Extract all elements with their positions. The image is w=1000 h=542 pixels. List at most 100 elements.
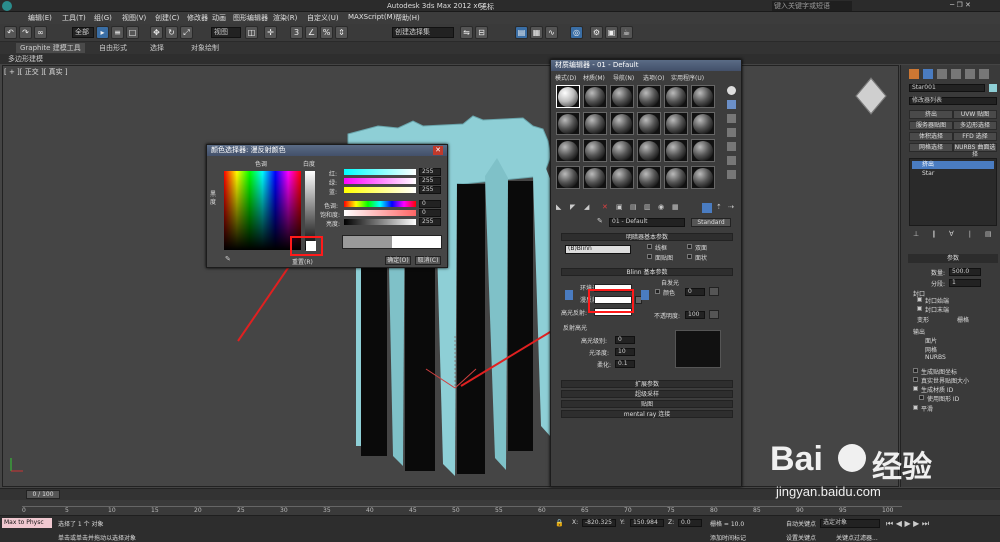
mental-ray-rollout[interactable]: mental ray 连接 (561, 410, 733, 418)
real-world-checkbox[interactable] (913, 377, 918, 382)
shader-basic-rollout[interactable]: 明暗器基本参数 (561, 233, 733, 241)
render-setup-icon[interactable]: ⚙ (590, 26, 603, 39)
server-map-button[interactable]: 服务器贴图 (909, 121, 953, 130)
menu-help[interactable]: 帮助(H) (395, 13, 420, 23)
put-to-library-icon[interactable]: ▥ (644, 203, 651, 211)
link-ambient-icon[interactable] (641, 290, 649, 300)
material-slot[interactable] (583, 139, 607, 162)
material-slot[interactable] (556, 166, 580, 189)
material-slot[interactable] (556, 139, 580, 162)
material-slot[interactable] (664, 166, 688, 189)
pin-stack-icon[interactable]: ⊥ (913, 230, 919, 238)
material-slot[interactable] (556, 85, 580, 108)
polygon-modeling-label[interactable]: 多边形建模 (0, 54, 1000, 64)
material-name-input[interactable]: 01 - Default (609, 218, 685, 227)
tab-object-paint[interactable]: 对象绘制 (187, 43, 223, 53)
material-slot[interactable] (583, 166, 607, 189)
sample-type-icon[interactable] (727, 86, 736, 95)
nurbs-radio[interactable]: NURBS (925, 354, 946, 361)
blue-slider[interactable] (344, 187, 416, 193)
cancel-button[interactable]: 取消(C) (415, 256, 441, 265)
object-name-input[interactable]: Star001 (909, 84, 985, 92)
nurbs-select-button[interactable]: NURBS 曲面选择 (953, 143, 997, 158)
reference-coord-combo[interactable]: 视图 (211, 27, 241, 38)
material-slot[interactable] (664, 139, 688, 162)
supersampling-rollout[interactable]: 超级采样 (561, 390, 733, 398)
make-unique-icon[interactable]: ∀ (949, 230, 954, 238)
stack-item-star[interactable]: Star (912, 170, 934, 177)
amount-value[interactable]: 500.0 (949, 268, 981, 276)
options-icon[interactable] (727, 170, 736, 179)
green-slider[interactable] (344, 178, 416, 184)
utilities-tab-icon[interactable] (979, 69, 989, 79)
key-mode-combo[interactable]: 选定对象 (820, 519, 880, 528)
tab-graphite[interactable]: Graphite 建模工具 (16, 43, 85, 53)
layer-manager-icon[interactable]: ▤ (515, 26, 528, 39)
smooth-checkbox[interactable] (913, 405, 918, 410)
hue-slider[interactable] (344, 201, 416, 207)
go-sibling-icon[interactable]: ⇢ (728, 203, 734, 211)
green-value[interactable]: 255 (419, 177, 441, 185)
face-map-checkbox[interactable] (647, 254, 652, 259)
material-slot[interactable] (637, 139, 661, 162)
material-slot[interactable] (610, 139, 634, 162)
poly-select-button[interactable]: 多边形选择 (953, 121, 997, 130)
time-slider-thumb[interactable]: 0 / 100 (26, 490, 60, 499)
material-type-button[interactable]: Standard (691, 218, 731, 227)
glossiness-value[interactable]: 10 (615, 348, 635, 356)
set-key-button[interactable]: 设置关键点 (786, 533, 816, 542)
playback-controls[interactable]: ⏮ ◀ ▶ ▶ ⏭ (886, 519, 929, 529)
patch-radio[interactable]: 面片 (925, 336, 937, 345)
material-slot[interactable] (691, 166, 715, 189)
menu-customize[interactable]: 自定义(U) (307, 13, 339, 23)
motion-tab-icon[interactable] (951, 69, 961, 79)
get-material-icon[interactable]: ◣ (556, 203, 561, 211)
video-check-icon[interactable] (727, 142, 736, 151)
red-slider[interactable] (344, 169, 416, 175)
menu-animation[interactable]: 动画 (212, 13, 226, 23)
angle-snap-icon[interactable]: ∠ (305, 26, 318, 39)
x-coord[interactable]: -820.325 (582, 519, 616, 527)
move-icon[interactable]: ✥ (150, 26, 163, 39)
z-coord[interactable]: 0.0 (678, 519, 702, 527)
material-slot[interactable] (691, 112, 715, 135)
show-end-result-icon[interactable]: ❙ (931, 230, 937, 238)
stack-item-extrude[interactable]: 挤出 (912, 161, 994, 169)
self-illum-map-button[interactable] (709, 287, 719, 296)
mirror-icon[interactable]: ⇋ (460, 26, 473, 39)
material-slot[interactable] (556, 112, 580, 135)
ok-button[interactable]: 确定(O) (385, 256, 411, 265)
material-slot[interactable] (637, 85, 661, 108)
scale-icon[interactable]: ⤢ (180, 26, 193, 39)
hue-value[interactable]: 0 (419, 200, 441, 208)
segments-value[interactable]: 1 (949, 279, 981, 287)
assign-material-icon[interactable]: ◢ (584, 203, 589, 211)
selection-filter[interactable]: 全部 (72, 27, 94, 38)
link-icon[interactable]: ∞ (34, 26, 47, 39)
red-value[interactable]: 255 (419, 168, 441, 176)
undo-icon[interactable]: ↶ (4, 26, 17, 39)
value-slider[interactable] (344, 219, 416, 225)
redo-icon[interactable]: ↷ (19, 26, 32, 39)
wire-checkbox[interactable] (647, 244, 652, 249)
me-menu-material[interactable]: 材质(M) (583, 73, 605, 82)
select-object-icon[interactable]: ▸ (96, 26, 109, 39)
display-tab-icon[interactable] (965, 69, 975, 79)
material-slot[interactable] (610, 166, 634, 189)
configure-sets-icon[interactable]: ▤ (985, 230, 992, 238)
hierarchy-tab-icon[interactable] (937, 69, 947, 79)
self-illum-color-checkbox[interactable] (655, 289, 660, 294)
sample-uv-icon[interactable] (727, 128, 736, 137)
tab-selection[interactable]: 选择 (146, 43, 168, 53)
viewport-label[interactable]: [ + ][ 正交 ][ 真实 ] (4, 67, 68, 77)
key-filters-button[interactable]: 关键点过滤器... (836, 533, 878, 542)
rotate-icon[interactable]: ↻ (165, 26, 178, 39)
morph-radio[interactable]: 变形 (917, 315, 929, 324)
modify-tab-icon[interactable] (923, 69, 933, 79)
tab-freeform[interactable]: 自由形式 (95, 43, 131, 53)
copy-material-icon[interactable]: ▣ (616, 203, 623, 211)
auto-key-button[interactable]: 自动关键点 (786, 519, 816, 528)
opacity-map-button[interactable] (709, 310, 719, 319)
material-slot[interactable] (637, 112, 661, 135)
preview-icon[interactable] (727, 156, 736, 165)
